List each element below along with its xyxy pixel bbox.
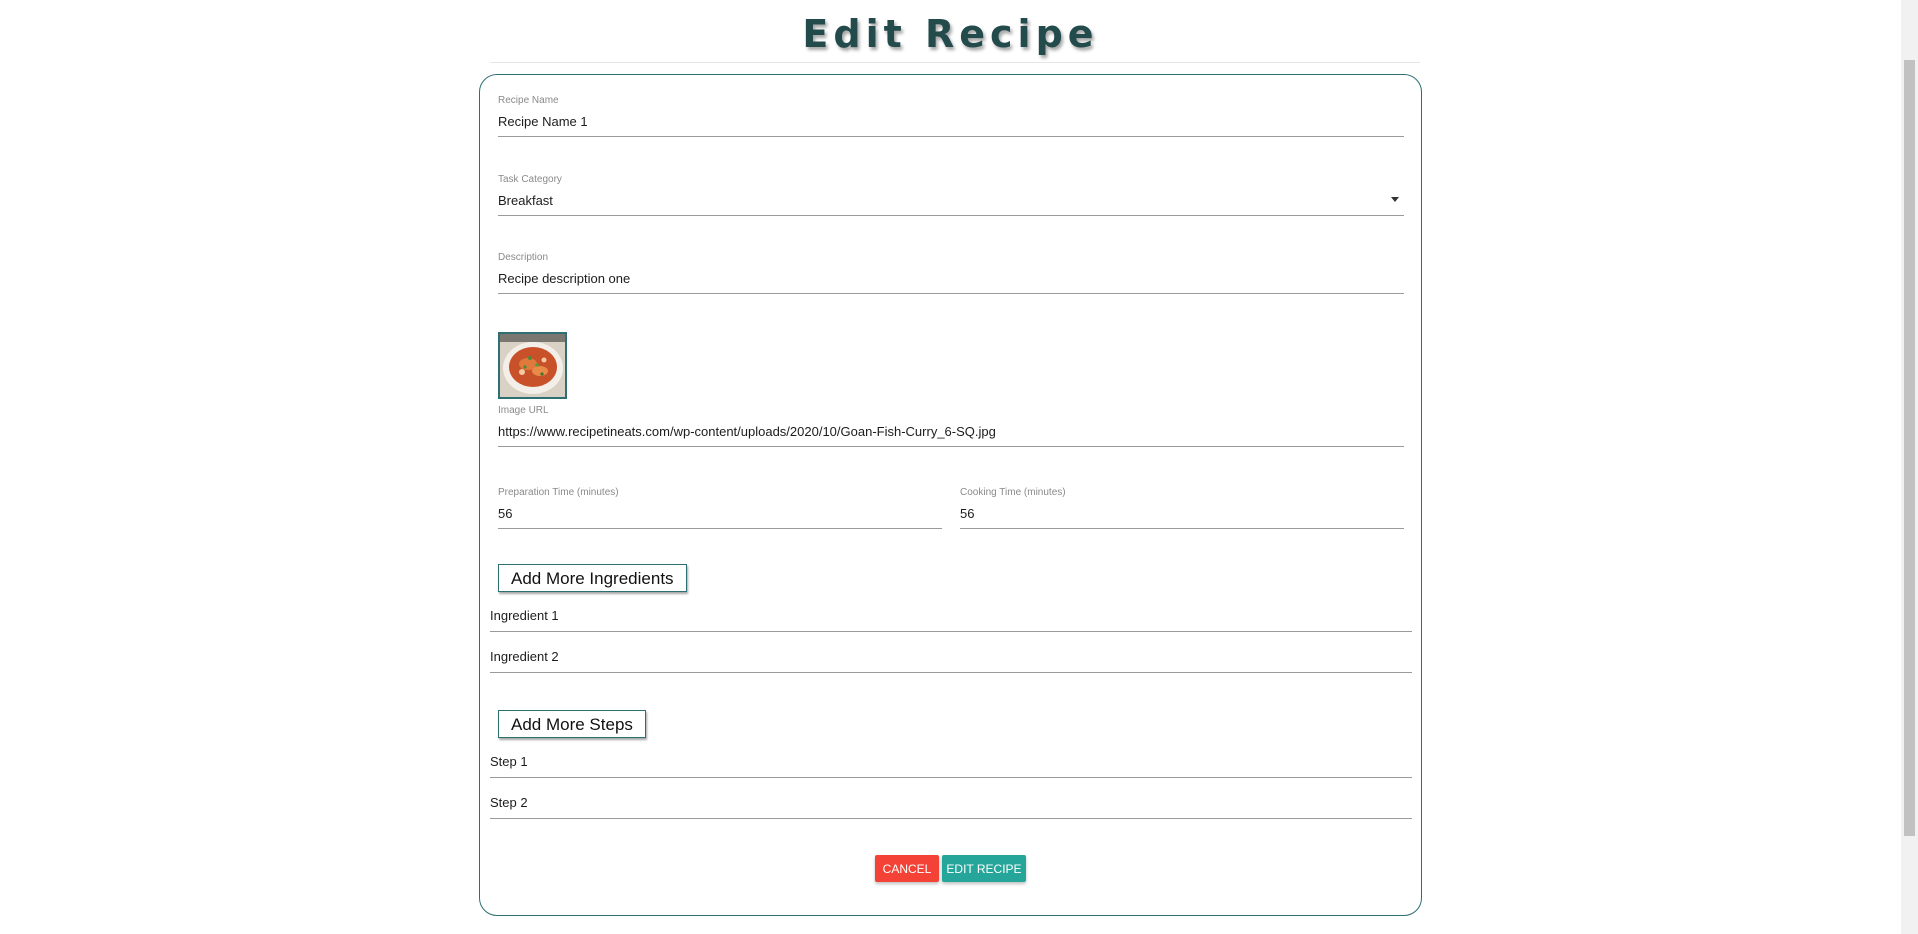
add-ingredients-button[interactable]: Add More Ingredients bbox=[498, 564, 687, 592]
cook-time-input[interactable]: 56 bbox=[960, 506, 1404, 529]
description-input[interactable]: Recipe description one bbox=[498, 271, 1404, 294]
add-steps-button[interactable]: Add More Steps bbox=[498, 710, 646, 738]
scrollbar-thumb[interactable] bbox=[1904, 60, 1915, 836]
step-item[interactable]: Step 1 bbox=[490, 754, 1412, 778]
edit-recipe-form: Recipe Name Recipe Name 1 Task Category … bbox=[479, 74, 1422, 916]
image-url-field[interactable]: Image URL https://www.recipetineats.com/… bbox=[498, 405, 1404, 447]
ingredient-item[interactable]: Ingredient 1 bbox=[490, 608, 1412, 632]
caret-down-icon[interactable] bbox=[1391, 197, 1399, 202]
page-title: Edit Recipe bbox=[802, 12, 1099, 56]
edit-recipe-button[interactable]: EDIT RECIPE bbox=[942, 855, 1026, 882]
prep-time-input[interactable]: 56 bbox=[498, 506, 942, 529]
prep-time-label: Preparation Time (minutes) bbox=[498, 487, 619, 498]
title-divider bbox=[490, 62, 1420, 63]
recipe-name-label: Recipe Name bbox=[498, 95, 559, 106]
recipe-image-thumbnail bbox=[498, 332, 567, 399]
category-select[interactable]: Task Category Breakfast bbox=[498, 174, 1404, 216]
cook-time-field[interactable]: Cooking Time (minutes) 56 bbox=[960, 487, 1404, 529]
category-label: Task Category bbox=[498, 174, 562, 185]
description-label: Description bbox=[498, 252, 549, 263]
description-field[interactable]: Description Recipe description one bbox=[498, 252, 1404, 294]
image-url-input[interactable]: https://www.recipetineats.com/wp-content… bbox=[498, 424, 1404, 447]
category-value[interactable]: Breakfast bbox=[498, 193, 1404, 216]
ingredient-item[interactable]: Ingredient 2 bbox=[490, 649, 1412, 673]
prep-time-field[interactable]: Preparation Time (minutes) 56 bbox=[498, 487, 942, 529]
cook-time-label: Cooking Time (minutes) bbox=[960, 487, 1066, 498]
recipe-name-input[interactable]: Recipe Name 1 bbox=[498, 114, 1404, 137]
curry-dish-image bbox=[500, 334, 565, 397]
cancel-button[interactable]: CANCEL bbox=[875, 855, 939, 882]
step-item[interactable]: Step 2 bbox=[490, 795, 1412, 819]
recipe-name-field[interactable]: Recipe Name Recipe Name 1 bbox=[498, 95, 1404, 137]
image-url-label: Image URL bbox=[498, 405, 549, 416]
scrollbar[interactable] bbox=[1901, 0, 1918, 934]
